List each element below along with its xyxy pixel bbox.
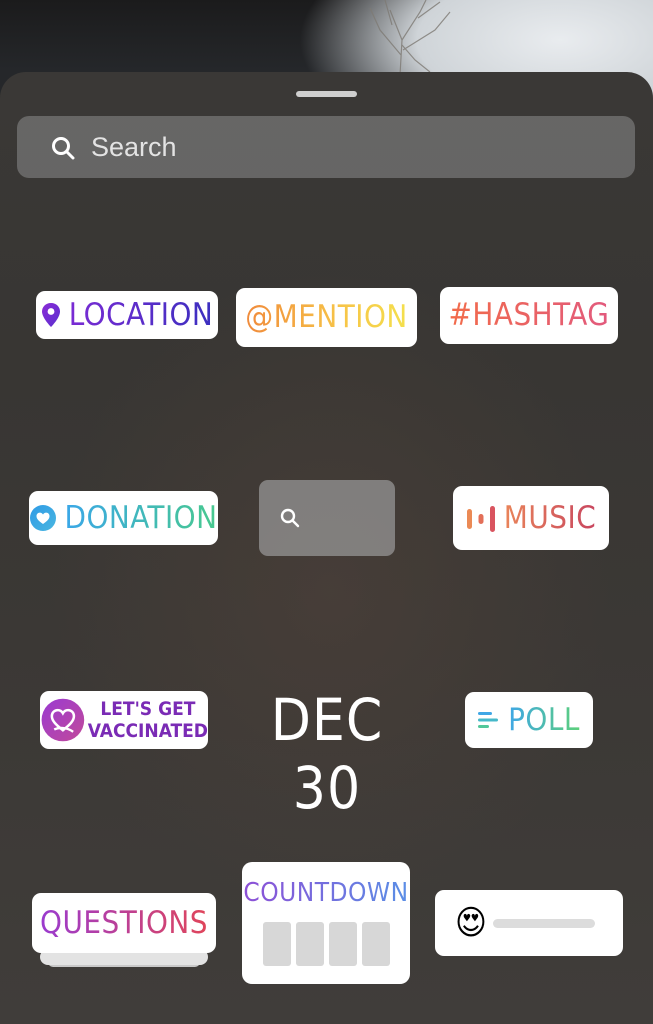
donation-label: DONATION xyxy=(64,499,218,536)
poll-lines-icon xyxy=(478,712,499,728)
questions-sticker[interactable]: QUESTIONS xyxy=(32,893,216,967)
heart-icon xyxy=(30,505,57,531)
hashtag-label: #HASHTAG xyxy=(448,297,610,333)
countdown-digit-slot xyxy=(362,922,390,966)
hashtag-sticker[interactable]: #HASHTAG xyxy=(440,287,618,344)
location-sticker[interactable]: LOCATION xyxy=(36,291,218,339)
music-bars-icon xyxy=(466,506,495,532)
countdown-digit-slot xyxy=(296,922,324,966)
search-icon xyxy=(280,508,300,528)
questions-label: QUESTIONS xyxy=(40,904,208,941)
location-label: LOCATION xyxy=(68,296,214,333)
countdown-title-wrap: COUNTDOWN xyxy=(242,880,410,906)
gif-search-sticker[interactable] xyxy=(259,480,395,556)
date-sticker[interactable]: DEC 30 xyxy=(240,686,414,822)
donation-sticker[interactable]: DONATION xyxy=(29,491,218,545)
vaccinated-line1: LET'S GET xyxy=(100,698,196,720)
poll-sticker[interactable]: POLL xyxy=(465,692,593,748)
music-label: MUSIC xyxy=(503,499,597,536)
search-icon xyxy=(52,137,75,160)
vaccinated-text: LET'S GET VACCINATED xyxy=(88,698,208,742)
heart-eyes-emoji-icon: 😍 xyxy=(455,903,487,943)
location-pin-icon xyxy=(41,303,60,327)
tree-branches xyxy=(369,0,451,75)
countdown-label: COUNTDOWN xyxy=(243,878,409,908)
countdown-digit-slot xyxy=(329,922,357,966)
search-placeholder: Search xyxy=(91,132,177,162)
sheet-grabber-handle[interactable] xyxy=(296,91,357,97)
emoji-slider-sticker[interactable]: 😍 xyxy=(435,890,623,956)
countdown-sticker[interactable]: COUNTDOWN xyxy=(242,862,410,984)
slider-track xyxy=(493,919,595,928)
questions-card: QUESTIONS xyxy=(32,893,216,953)
vaccine-heart-icon xyxy=(41,698,85,742)
search-bar[interactable]: Search xyxy=(17,116,635,178)
vaccinated-line2: VACCINATED xyxy=(87,720,208,742)
poll-label: POLL xyxy=(508,701,580,738)
music-sticker[interactable]: MUSIC xyxy=(453,486,609,550)
mention-label: @MENTION xyxy=(245,299,408,335)
countdown-digit-slot xyxy=(263,922,291,966)
mention-sticker[interactable]: @MENTION xyxy=(236,288,417,347)
vaccinated-sticker[interactable]: LET'S GET VACCINATED xyxy=(40,691,208,749)
